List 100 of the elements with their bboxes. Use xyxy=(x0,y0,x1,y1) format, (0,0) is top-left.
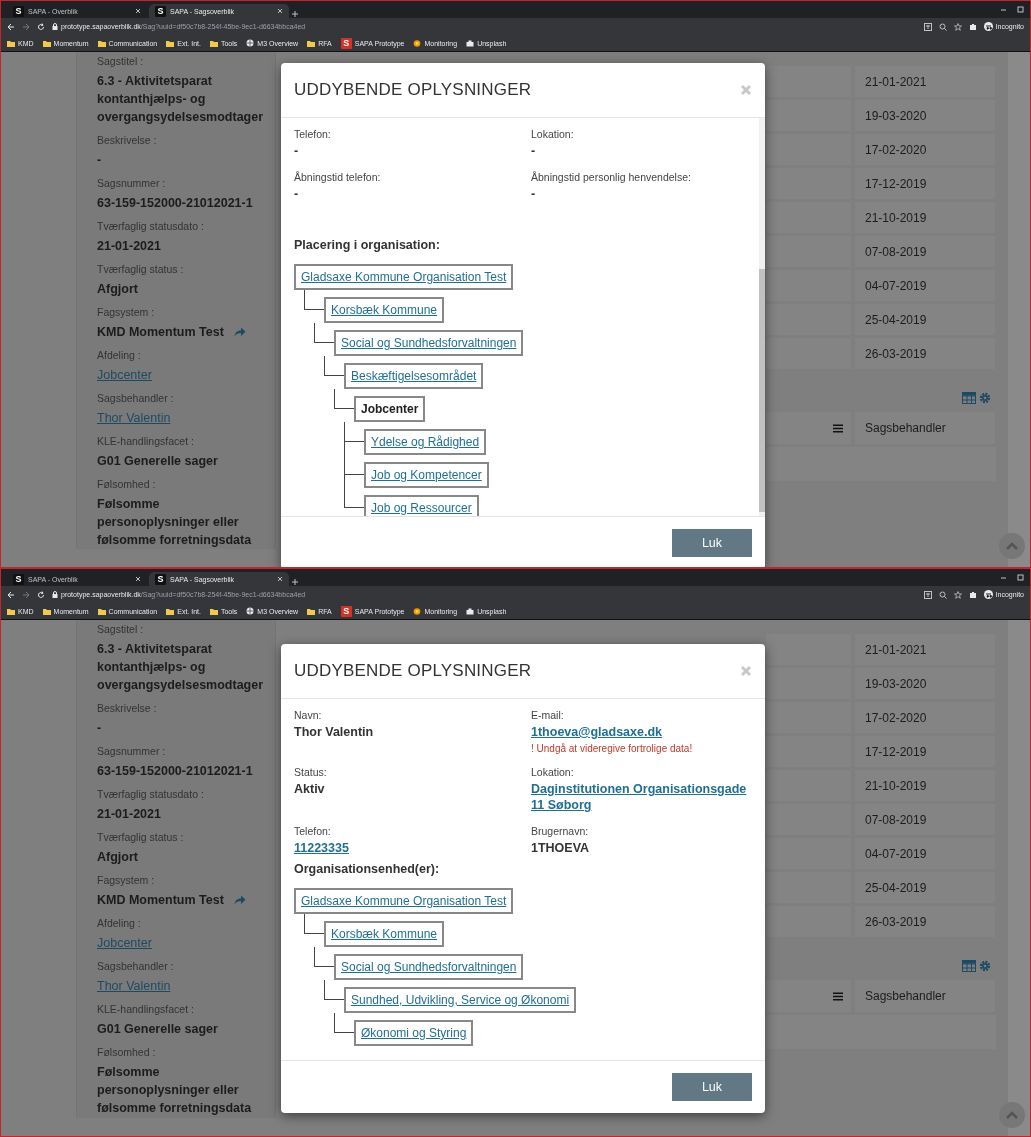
tree-connector xyxy=(314,323,334,343)
minimize-icon[interactable] xyxy=(1000,6,1007,13)
camera-icon xyxy=(466,607,475,615)
field-label: Tværfaglig status : xyxy=(97,831,185,843)
plus-icon[interactable] xyxy=(291,10,299,18)
date-cell: 25-04-2019 xyxy=(855,872,995,903)
field-label: E-mail: xyxy=(531,709,565,721)
field-value: - xyxy=(97,720,103,737)
close-icon[interactable] xyxy=(135,576,141,582)
menu-icon[interactable] xyxy=(833,423,843,433)
field-value: 21-01-2021 xyxy=(97,238,162,255)
close-button[interactable]: Luk xyxy=(672,529,752,557)
org-unit-link[interactable]: Gladsaxe Kommune Organisation Test xyxy=(294,264,514,290)
zoom-icon[interactable] xyxy=(938,590,947,599)
tree-connector xyxy=(304,290,324,310)
tree-connector xyxy=(314,947,334,967)
field-value: 63-159-152000-21012021-1 xyxy=(97,195,254,212)
field-link[interactable]: 1thoeva@gladsaxe.dk xyxy=(531,724,752,740)
org-unit-link[interactable]: Korsbæk Kommune xyxy=(324,921,445,947)
modal-title: UDDYBENDE OPLYSNINGER xyxy=(294,80,532,100)
close-icon[interactable] xyxy=(277,8,283,14)
translate-icon[interactable] xyxy=(923,590,932,599)
incognito-icon xyxy=(983,22,993,31)
column-header: Sagsbehandler xyxy=(855,980,995,1012)
date-cell: 19-03-2020 xyxy=(855,668,995,699)
menu-icon[interactable] xyxy=(833,991,843,1001)
section-heading: Organisationsenhed(er): xyxy=(294,862,441,876)
back-icon[interactable] xyxy=(7,22,15,31)
folder-icon xyxy=(166,39,175,47)
org-unit-link[interactable]: Korsbæk Kommune xyxy=(324,297,445,323)
modal-title: UDDYBENDE OPLYSNINGER xyxy=(294,661,532,681)
field-value: 6.3 - Aktivitetsparat kontanthjælps- og overgangsydelsesmodtager xyxy=(97,73,261,126)
close-button[interactable]: Luk xyxy=(672,1073,752,1101)
maximize-icon[interactable] xyxy=(1017,6,1024,13)
camera-icon xyxy=(466,39,475,47)
field-label: Følsomhed : xyxy=(97,478,157,490)
field-value: G01 Generelle sager xyxy=(97,1021,219,1038)
minimize-icon[interactable] xyxy=(1000,574,1007,581)
tree-connector xyxy=(344,475,364,508)
folder-icon xyxy=(166,607,175,615)
reload-icon[interactable] xyxy=(37,590,45,599)
maximize-icon[interactable] xyxy=(1017,574,1024,581)
org-unit-link[interactable]: Job og Ressourcer xyxy=(364,495,479,516)
close-icon[interactable] xyxy=(135,8,141,14)
field-label: Beskrivelse : xyxy=(97,702,158,714)
tab-favicon: S xyxy=(13,5,24,17)
bookmark-logo: S xyxy=(340,605,352,617)
puzzle-icon[interactable] xyxy=(968,22,977,31)
date-cell: 21-01-2021 xyxy=(855,66,995,97)
close-icon[interactable] xyxy=(277,576,283,582)
folder-icon xyxy=(209,607,218,615)
org-unit-link[interactable]: Social og Sundhedsforvaltningen xyxy=(334,330,524,356)
field-value: G01 Generelle sager xyxy=(97,453,219,470)
puzzle-icon[interactable] xyxy=(968,590,977,599)
field-value: Følsomme personoplysninger eller følsomme forretningsdata xyxy=(97,496,253,549)
org-unit: Jobcenter xyxy=(354,396,426,422)
org-unit-link[interactable]: Beskæftigelsesområdet xyxy=(344,363,484,389)
forward-icon[interactable] xyxy=(22,22,30,31)
field-value: Afgjort xyxy=(97,849,139,866)
field-label: KLE-handlingsfacet : xyxy=(97,1003,195,1015)
org-unit-link[interactable]: Gladsaxe Kommune Organisation Test xyxy=(294,888,514,914)
folder-icon xyxy=(7,39,15,47)
org-unit-link[interactable]: Ydelse og Rådighed xyxy=(364,429,487,455)
date-cell: 21-01-2021 xyxy=(855,634,995,665)
field-value: 6.3 - Aktivitetsparat kontanthjælps- og overgangsydelsesmodtager xyxy=(97,641,261,694)
chevron-up-icon xyxy=(1006,1111,1018,1119)
translate-icon[interactable] xyxy=(923,22,932,31)
back-icon[interactable] xyxy=(7,590,15,599)
field-link[interactable]: Daginstitutionen Organisationsgade 11 Søborg xyxy=(531,781,752,813)
field-value: Thor Valentin xyxy=(294,724,375,740)
field-label: Sagsbehandler : xyxy=(97,392,175,404)
field-value: - xyxy=(531,186,537,202)
field-label: Lokation: xyxy=(531,128,575,140)
org-unit-link[interactable]: Økonomi og Styring xyxy=(354,1020,474,1046)
field-label: KLE-handlingsfacet : xyxy=(97,435,195,447)
field-label: Åbningstid personlig henvendelse: xyxy=(531,171,692,183)
folder-icon xyxy=(307,39,316,47)
org-unit-link[interactable]: Social og Sundhedsforvaltningen xyxy=(334,954,524,980)
flame-icon xyxy=(413,607,422,615)
org-unit-link[interactable]: Job og Kompetencer xyxy=(364,462,489,488)
date-cell: 21-10-2019 xyxy=(855,202,995,233)
tree-connector xyxy=(324,356,344,376)
tab-favicon: S xyxy=(155,5,166,17)
field-value: Følsomme personoplysninger eller følsomme forretningsdata xyxy=(97,1064,253,1117)
field-value: - xyxy=(294,143,300,159)
plus-icon[interactable] xyxy=(291,578,299,586)
field-label: Sagsnummer : xyxy=(97,745,167,757)
org-unit-link[interactable]: Sundhed, Udvikling, Service og Økonomi xyxy=(344,987,577,1013)
table-icon[interactable] xyxy=(962,392,976,404)
column-header: Sagsbehandler xyxy=(855,412,995,444)
field-value: Afgjort xyxy=(97,281,139,298)
table-icon[interactable] xyxy=(962,960,976,972)
date-cell: 19-03-2020 xyxy=(855,100,995,131)
field-link[interactable]: 11223335 xyxy=(294,840,531,856)
star-icon[interactable] xyxy=(953,590,962,599)
reload-icon[interactable] xyxy=(37,22,45,31)
zoom-icon[interactable] xyxy=(938,22,947,31)
forward-icon[interactable] xyxy=(22,590,30,599)
field-label: Afdeling : xyxy=(97,917,142,929)
star-icon[interactable] xyxy=(953,22,962,31)
